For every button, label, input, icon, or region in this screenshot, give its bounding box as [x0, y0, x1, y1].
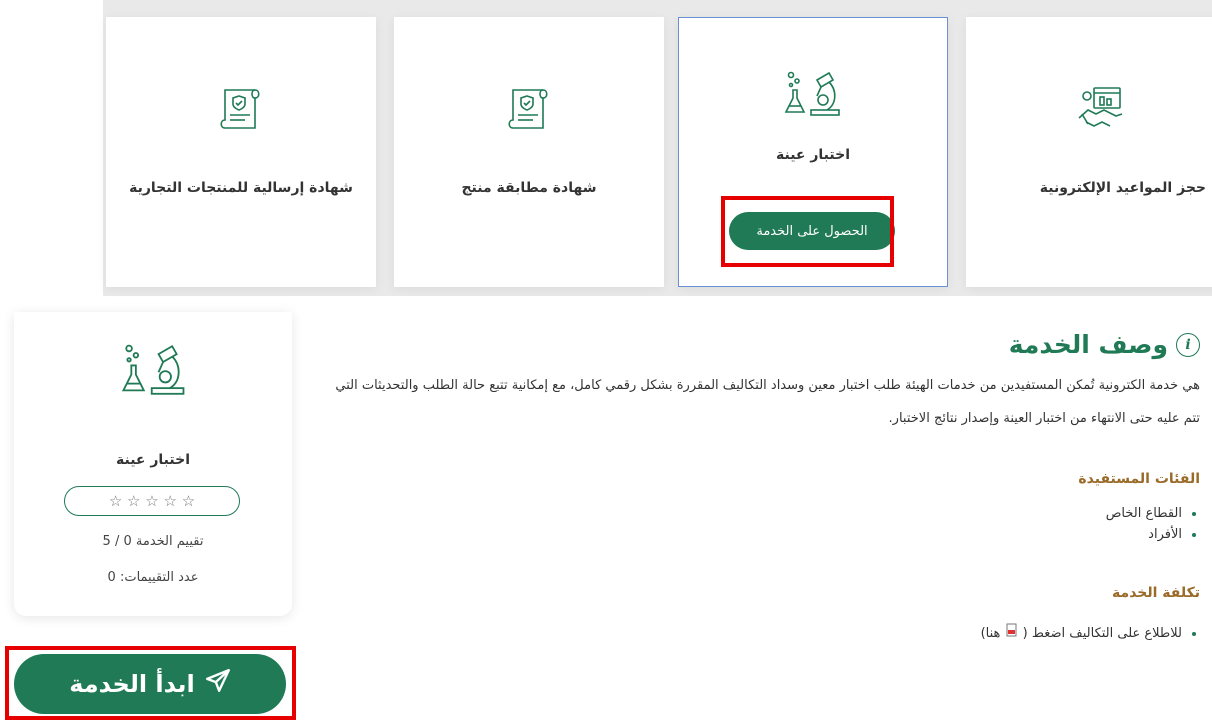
certificate-scroll-icon	[505, 84, 553, 138]
star-icon[interactable]: ☆ ☆ ☆ ☆ ☆	[109, 492, 195, 510]
highlight-box	[5, 646, 296, 720]
costs-link[interactable]: هنا	[986, 626, 1001, 641]
service-description: i وصف الخدمة هي خدمة الكترونية تُمكن الم…	[320, 330, 1200, 644]
list-item: الأفراد	[320, 524, 1182, 545]
cost-list: للاطلاع على التكاليف اضغط ( هنا)	[320, 623, 1200, 644]
service-title: شهادة إرسالية للمنتجات التجارية	[129, 180, 353, 196]
service-title: شهادة مطابقة منتج	[461, 180, 597, 196]
list-item: القطاع الخاص	[320, 503, 1182, 524]
service-card-appointments[interactable]: حجز المواعيد الإلكترونية	[966, 17, 1212, 287]
service-summary-card: اختبار عينة ☆ ☆ ☆ ☆ ☆ تقييم الخدمة 0 / 5…	[14, 312, 292, 616]
rating-stars[interactable]: ☆ ☆ ☆ ☆ ☆	[64, 486, 240, 516]
rating-text: تقييم الخدمة 0 / 5	[102, 534, 204, 549]
highlight-box	[721, 196, 894, 267]
list-item: للاطلاع على التكاليف اضغط ( هنا)	[320, 623, 1182, 644]
services-strip: حجز المواعيد الإلكترونية اختبار عينة الح…	[103, 0, 1212, 296]
service-name: اختبار عينة	[116, 452, 190, 468]
service-card-conformity-cert[interactable]: شهادة مطابقة منتج	[394, 17, 664, 287]
lab-microscope-icon	[120, 342, 188, 402]
service-title: اختبار عينة	[776, 147, 850, 163]
description-heading: i وصف الخدمة	[320, 330, 1200, 359]
cost-text: للاطلاع على التكاليف اضغط (	[1022, 626, 1182, 641]
appointment-handshake-icon	[1076, 84, 1126, 138]
service-title: حجز المواعيد الإلكترونية	[1039, 180, 1206, 196]
cost-heading: تكلفة الخدمة	[1112, 585, 1200, 601]
description-title: وصف الخدمة	[1008, 330, 1168, 359]
service-card-shipment-cert[interactable]: شهادة إرسالية للمنتجات التجارية	[106, 17, 376, 287]
beneficiaries-heading: الفئات المستفيدة	[1078, 471, 1200, 487]
ratings-count: عدد التقييمات: 0	[107, 570, 199, 585]
description-paragraph: هي خدمة الكترونية تُمكن المستفيدين من خد…	[335, 378, 1200, 426]
info-icon: i	[1176, 332, 1200, 357]
pdf-file-icon	[1005, 623, 1019, 644]
beneficiaries-list: القطاع الخاص الأفراد	[320, 503, 1200, 545]
certificate-scroll-icon	[217, 84, 265, 138]
lab-microscope-icon	[783, 70, 843, 122]
